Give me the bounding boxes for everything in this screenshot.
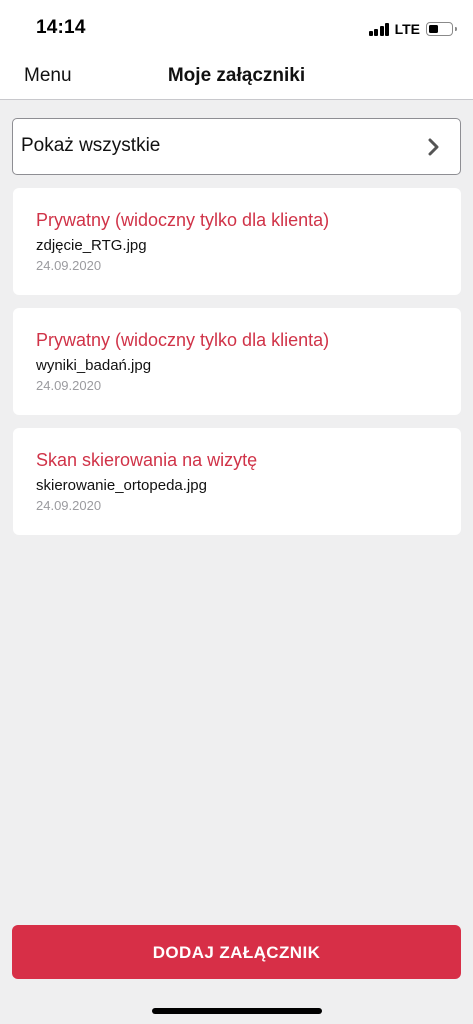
battery-icon [426,22,457,36]
status-time: 14:14 [36,17,86,38]
attachment-card[interactable]: Skan skierowania na wizytę skierowanie_o… [13,428,461,535]
battery-cap [454,26,457,31]
filter-label: Pokaż wszystkie [21,135,161,156]
attachment-filename: zdjęcie_RTG.jpg [36,237,147,254]
home-indicator[interactable] [152,1008,322,1014]
navigation-bar: Menu Moje załączniki [0,56,473,100]
attachment-card[interactable]: Prywatny (widoczny tylko dla klienta) zd… [13,188,461,295]
network-type-label: LTE [394,21,420,37]
filter-selector[interactable]: Pokaż wszystkie [12,118,461,175]
attachment-filename: skierowanie_ortopeda.jpg [36,477,207,494]
status-bar: 14:14 LTE [0,0,473,56]
add-attachment-button[interactable]: DODAJ ZAŁĄCZNIK [12,925,461,979]
attachment-date: 24.09.2020 [36,258,102,273]
attachment-date: 24.09.2020 [36,498,102,513]
attachment-category: Prywatny (widoczny tylko dla klienta) [36,330,330,350]
signal-strength-icon [368,22,391,36]
battery-level [429,25,438,33]
attachment-filename: wyniki_badań.jpg [36,357,152,374]
attachments-list: Prywatny (widoczny tylko dla klienta) zd… [13,188,461,548]
attachment-date: 24.09.2020 [36,378,102,393]
attachment-category: Skan skierowania na wizytę [36,450,258,470]
status-indicators: LTE [368,19,457,39]
attachment-category: Prywatny (widoczny tylko dla klienta) [36,210,330,230]
page-title: Moje załączniki [167,65,306,86]
attachment-card[interactable]: Prywatny (widoczny tylko dla klienta) wy… [13,308,461,415]
chevron-right-icon [428,138,439,156]
